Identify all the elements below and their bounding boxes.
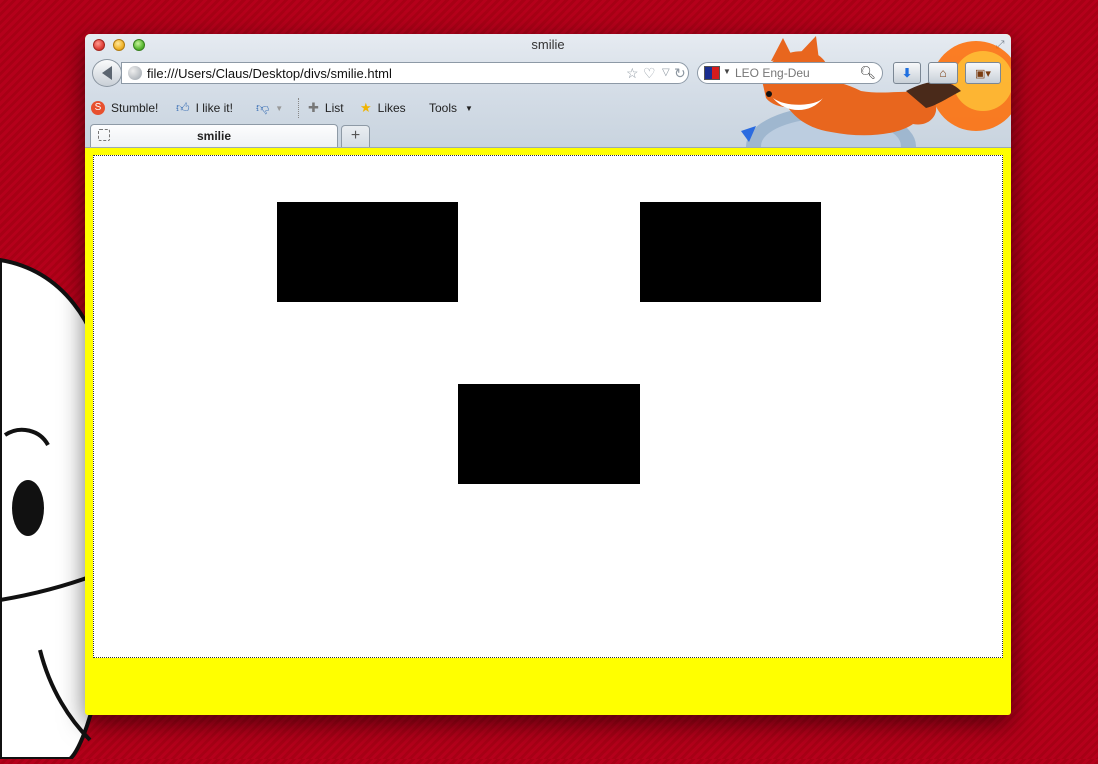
bookmark-i-like-it[interactable]: 👍︎ I like it! — [176, 98, 233, 118]
fox-persona-theme — [721, 36, 1011, 186]
history-dropdown-icon[interactable]: ▽ — [662, 65, 670, 81]
tools-dropdown-icon: ▼ — [465, 103, 473, 113]
left-eye-block — [277, 202, 458, 302]
tab-smilie[interactable]: smilie — [90, 124, 338, 147]
url-input[interactable]: file:///Users/Claus/Desktop/divs/smilie.… — [147, 66, 392, 81]
right-eye-block — [640, 202, 821, 302]
mouth-block — [458, 384, 640, 484]
addon-menu-button[interactable]: ▣▾ — [965, 62, 1001, 84]
thumbs-up-icon: 👍︎ — [176, 100, 190, 115]
back-button[interactable] — [92, 59, 122, 87]
bookmark-label: List — [324, 101, 344, 115]
leo-engine-icon[interactable] — [704, 66, 720, 80]
globe-icon — [128, 66, 142, 80]
search-icon[interactable]: 🔍︎ — [859, 65, 876, 81]
bookmark-likes[interactable]: ★ Likes — [360, 98, 406, 118]
bookmark-label: Tools — [429, 101, 458, 115]
browser-window: smilie ⤢ file:///Users/Claus/Desktop/div… — [85, 34, 1011, 715]
bookmark-dislike[interactable]: 👎︎ ▼ — [256, 98, 283, 118]
star-icon: ★ — [360, 100, 372, 115]
bookmark-list[interactable]: ✚ List — [308, 98, 344, 118]
browser-chrome: smilie ⤢ file:///Users/Claus/Desktop/div… — [85, 34, 1011, 186]
bookmark-label: Likes — [377, 101, 406, 115]
bookmark-star-icon[interactable]: ☆ — [626, 65, 639, 81]
page-content — [93, 155, 1003, 658]
engine-dropdown-icon[interactable]: ▼ — [723, 67, 731, 76]
tab-title: smilie — [196, 129, 232, 143]
reload-icon[interactable]: ↻ — [674, 65, 686, 81]
addon-icon: ▣▾ — [975, 67, 991, 80]
thumbs-down-icon: 👎︎ — [256, 100, 270, 115]
stumbleupon-icon: S — [91, 101, 105, 115]
download-button[interactable]: ⬇ — [893, 62, 921, 84]
search-bar[interactable]: ▼ LEO Eng-Deu 🔍︎ — [697, 62, 883, 84]
home-icon: ⌂ — [939, 66, 947, 80]
toolbar-separator — [298, 98, 299, 118]
download-arrow-icon: ⬇ — [901, 66, 913, 80]
plus-icon: ✚ — [308, 100, 319, 115]
bookmark-label: Stumble! — [111, 101, 159, 115]
new-tab-button[interactable]: + — [341, 125, 370, 147]
bookmark-tools[interactable]: Tools ▼ — [429, 98, 473, 118]
search-input[interactable]: LEO Eng-Deu — [735, 66, 810, 80]
bookmark-label: I like it! — [195, 101, 233, 115]
dislike-dropdown-icon[interactable]: ▼ — [275, 104, 283, 113]
home-button[interactable]: ⌂ — [928, 62, 958, 84]
pocket-icon[interactable]: ♡ — [643, 65, 656, 81]
url-bar[interactable]: file:///Users/Claus/Desktop/divs/smilie.… — [121, 62, 689, 84]
bookmark-stumble[interactable]: S Stumble! — [91, 98, 158, 118]
back-arrow-icon — [102, 66, 112, 80]
